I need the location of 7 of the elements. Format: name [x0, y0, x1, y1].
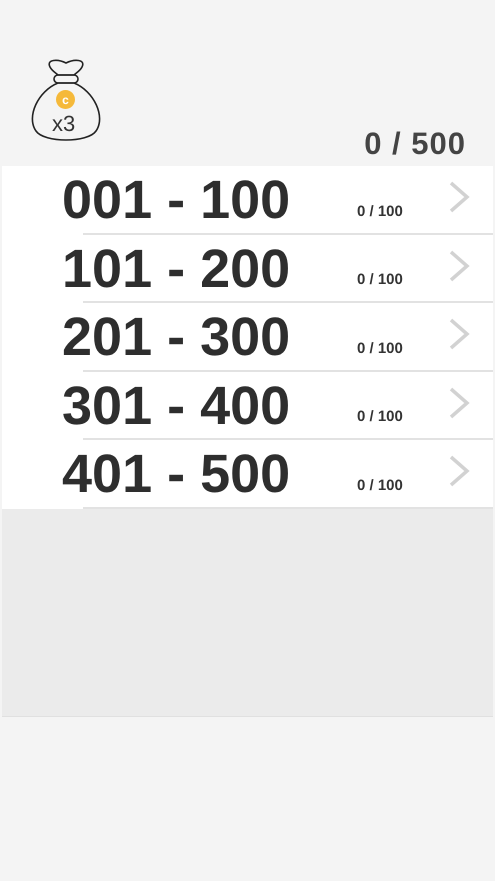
bag-count: x3 — [52, 113, 76, 135]
range-label: 401 - 500 — [62, 447, 292, 502]
range-label: 201 - 300 — [62, 310, 292, 364]
range-label: 301 - 400 — [62, 378, 292, 433]
coin-icon: c — [56, 90, 75, 109]
range-label: 101 - 200 — [62, 242, 292, 296]
range-label: 001 - 100 — [62, 173, 292, 228]
